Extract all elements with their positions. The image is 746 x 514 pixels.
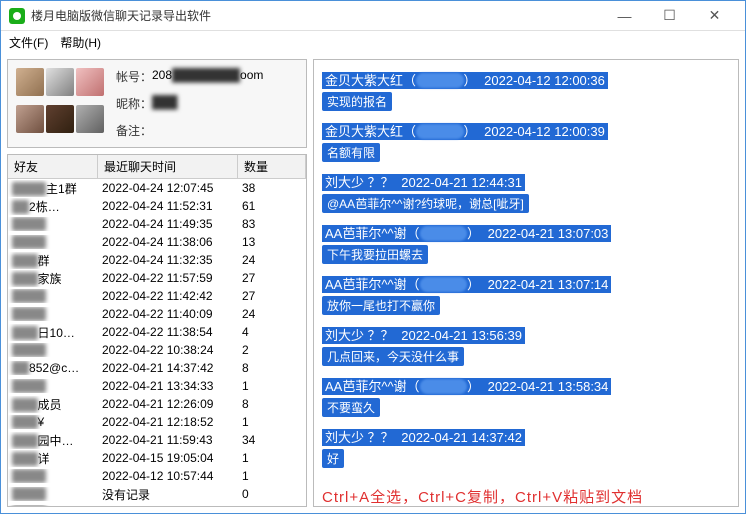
table-row[interactable]: ████主1群2022-04-24 12:07:4538	[8, 179, 306, 197]
message[interactable]: AA芭菲尔^^谢（xxx） 2022-04-21 13:07:14 放你一尾也打不…	[322, 274, 730, 315]
app-icon	[9, 8, 25, 24]
table-row[interactable]: ████2022-04-21 13:34:331	[8, 377, 306, 395]
message-body: 不要蛮久	[322, 398, 730, 417]
chat-panel[interactable]: 金贝大紫大红（xxx） 2022-04-12 12:00:36实现的报名金贝大紫…	[313, 59, 739, 507]
table-row[interactable]: ████2022-04-24 11:49:3583	[8, 215, 306, 233]
table-row[interactable]: ███详2022-04-15 19:05:041	[8, 449, 306, 467]
avatar	[76, 105, 104, 133]
table-row[interactable]: ██852@c…2022-04-21 14:37:428	[8, 359, 306, 377]
table-row[interactable]: ████没有记录0	[8, 503, 306, 506]
avatar	[76, 68, 104, 96]
shortcut-hint: Ctrl+A全选，Ctrl+C复制，Ctrl+V粘贴到文档	[322, 486, 730, 507]
table-row[interactable]: ████2022-04-22 11:42:4227	[8, 287, 306, 305]
menu-file[interactable]: 文件(F)	[9, 34, 48, 51]
message[interactable]: 刘大少 ？？ 2022-04-21 14:37:42 好	[322, 427, 730, 468]
avatar	[46, 105, 74, 133]
close-button[interactable]: ✕	[692, 2, 737, 30]
menubar: 文件(F) 帮助(H)	[1, 31, 745, 53]
header-name[interactable]: 好友	[8, 155, 98, 178]
avatar	[16, 105, 44, 133]
avatar-grid	[16, 68, 106, 139]
message-header: 金贝大紫大红（xxx） 2022-04-12 12:00:36	[322, 72, 608, 89]
nick-label: 昵称：	[116, 95, 152, 112]
message[interactable]: AA芭菲尔^^谢（xxx） 2022-04-21 13:07:03 下午我要拉田螺…	[322, 223, 730, 264]
message-body: 放你一尾也打不赢你	[322, 296, 730, 315]
message-header: 刘大少 ？？ 2022-04-21 12:44:31	[322, 174, 525, 191]
profile-fields: 帐号： 208████████oom 昵称： ███ 备注：	[116, 68, 298, 139]
app-window: 楼月电脑版微信聊天记录导出软件 — ☐ ✕ 文件(F) 帮助(H) 帐号	[0, 0, 746, 514]
header-time[interactable]: 最近聊天时间	[98, 155, 238, 178]
table-row[interactable]: ████没有记录0	[8, 485, 306, 503]
table-row[interactable]: ████2022-04-22 10:38:242	[8, 341, 306, 359]
table-row[interactable]: ████2022-04-12 10:57:441	[8, 467, 306, 485]
table-body[interactable]: ████主1群2022-04-24 12:07:4538██2栋…2022-04…	[8, 179, 306, 506]
left-column: 帐号： 208████████oom 昵称： ███ 备注：	[7, 59, 307, 507]
table-row[interactable]: ███¥2022-04-21 12:18:521	[8, 413, 306, 431]
message[interactable]: 刘大少 ？？ 2022-04-21 13:56:39 几点回来，今天没什么事	[322, 325, 730, 366]
message-list: 金贝大紫大红（xxx） 2022-04-12 12:00:36实现的报名金贝大紫…	[322, 70, 730, 468]
message[interactable]: 金贝大紫大红（xxx） 2022-04-12 12:00:36 实现的报名	[322, 70, 730, 111]
message-header: 刘大少 ？？ 2022-04-21 14:37:42	[322, 429, 525, 446]
table-row[interactable]: ██2栋…2022-04-24 11:52:3161	[8, 197, 306, 215]
message-header: AA芭菲尔^^谢（xxx） 2022-04-21 13:07:03	[322, 225, 611, 242]
content-area: 帐号： 208████████oom 昵称： ███ 备注：	[1, 53, 745, 513]
table-row[interactable]: ███群2022-04-24 11:32:3524	[8, 251, 306, 269]
maximize-button[interactable]: ☐	[647, 2, 692, 30]
table-row[interactable]: ████2022-04-24 11:38:0613	[8, 233, 306, 251]
table-row[interactable]: ███家族2022-04-22 11:57:5927	[8, 269, 306, 287]
header-count[interactable]: 数量	[238, 155, 306, 178]
friend-table: 好友 最近聊天时间 数量 ████主1群2022-04-24 12:07:453…	[7, 154, 307, 507]
message[interactable]: 金贝大紫大红（xxx） 2022-04-12 12:00:39 名额有限	[322, 121, 730, 162]
message[interactable]: 刘大少 ？？ 2022-04-21 12:44:31 @AA芭菲尔^^谢?约球呢，…	[322, 172, 730, 213]
profile-panel: 帐号： 208████████oom 昵称： ███ 备注：	[7, 59, 307, 148]
nick-value: ███	[152, 95, 178, 112]
avatar	[16, 68, 44, 96]
message-header: 刘大少 ？？ 2022-04-21 13:56:39	[322, 327, 525, 344]
minimize-button[interactable]: —	[602, 2, 647, 30]
window-title: 楼月电脑版微信聊天记录导出软件	[31, 7, 602, 24]
message-body: 好	[322, 449, 730, 468]
table-row[interactable]: ███日10…2022-04-22 11:38:544	[8, 323, 306, 341]
titlebar: 楼月电脑版微信聊天记录导出软件 — ☐ ✕	[1, 1, 745, 31]
message-body: 下午我要拉田螺去	[322, 245, 730, 264]
table-row[interactable]: ███成员2022-04-21 12:26:098	[8, 395, 306, 413]
table-header: 好友 最近聊天时间 数量	[8, 155, 306, 179]
table-row[interactable]: ████2022-04-22 11:40:0924	[8, 305, 306, 323]
message[interactable]: AA芭菲尔^^谢（xxx） 2022-04-21 13:58:34 不要蛮久	[322, 376, 730, 417]
table-row[interactable]: ███园中…2022-04-21 11:59:4334	[8, 431, 306, 449]
message-header: AA芭菲尔^^谢（xxx） 2022-04-21 13:07:14	[322, 276, 611, 293]
menu-help[interactable]: 帮助(H)	[60, 34, 101, 51]
remark-label: 备注：	[116, 122, 152, 139]
message-body: 几点回来，今天没什么事	[322, 347, 730, 366]
message-body: 名额有限	[322, 143, 730, 162]
account-label: 帐号：	[116, 68, 152, 85]
account-value: 208████████oom	[152, 68, 263, 85]
avatar	[46, 68, 74, 96]
message-body: @AA芭菲尔^^谢?约球呢，谢总[呲牙]	[322, 194, 730, 213]
message-header: AA芭菲尔^^谢（xxx） 2022-04-21 13:58:34	[322, 378, 611, 395]
message-body: 实现的报名	[322, 92, 730, 111]
message-header: 金贝大紫大红（xxx） 2022-04-12 12:00:39	[322, 123, 608, 140]
